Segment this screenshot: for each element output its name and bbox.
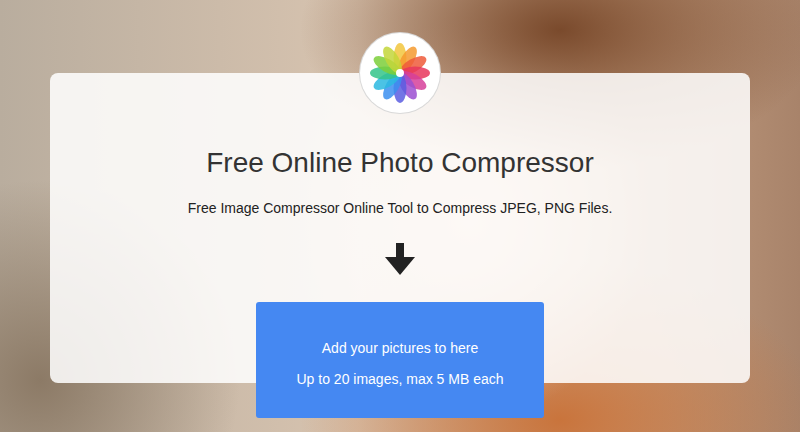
logo-icon [360, 33, 440, 113]
page-subtitle: Free Image Compressor Online Tool to Com… [188, 199, 613, 217]
upload-label: Add your pictures to here [266, 339, 534, 357]
page-title: Free Online Photo Compressor [206, 146, 594, 180]
upload-limits: Up to 20 images, max 5 MB each [266, 370, 534, 388]
down-arrow-icon [384, 243, 416, 275]
upload-button[interactable]: Add your pictures to here Up to 20 images… [256, 302, 544, 418]
page: Free Online Photo Compressor Free Image C… [0, 0, 800, 432]
compressor-card: Free Online Photo Compressor Free Image C… [50, 73, 750, 418]
